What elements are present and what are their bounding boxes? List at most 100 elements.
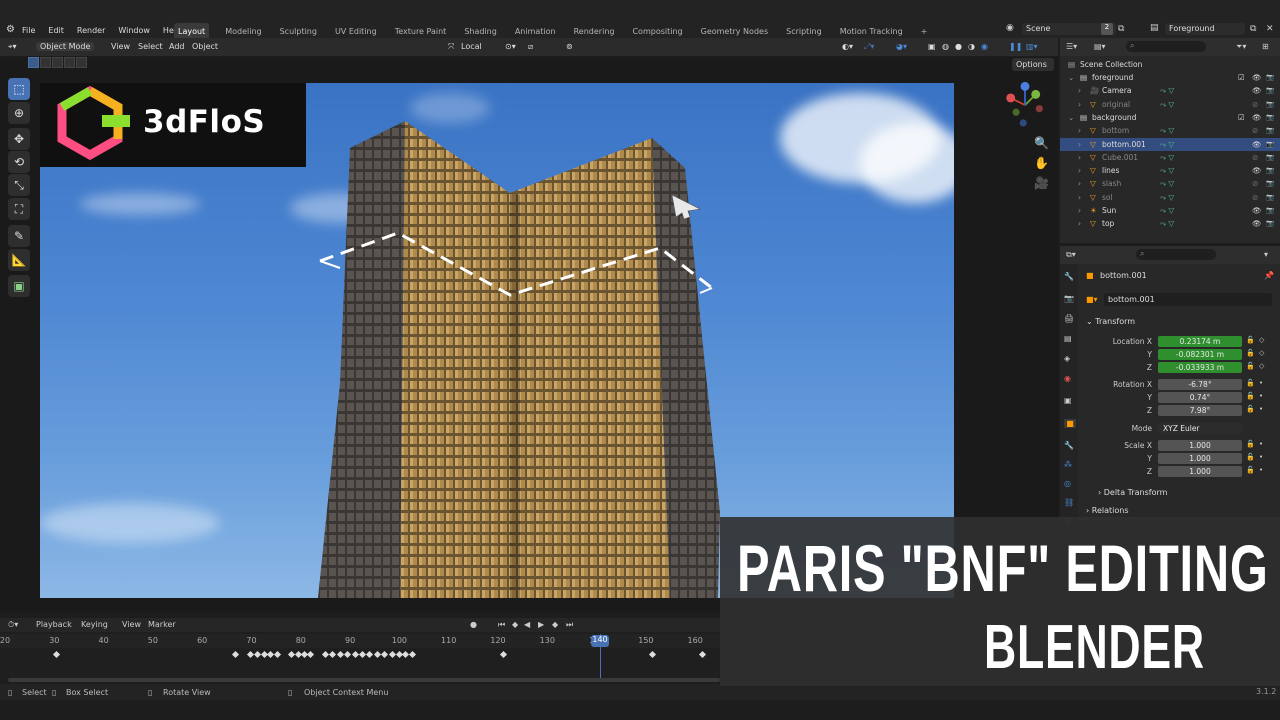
rotation-x-field[interactable]: -6.78°	[1158, 379, 1242, 390]
keyframe-toggle-icon[interactable]: ◇	[1259, 362, 1264, 370]
play-icon[interactable]: ▶	[538, 620, 544, 629]
scale-tool-icon[interactable]: ⤡	[8, 174, 30, 196]
lock-icon[interactable]: 🔓	[1246, 453, 1255, 461]
constraints-tab-icon[interactable]: ⛓	[1064, 498, 1074, 507]
keyframe-toggle-icon[interactable]: •	[1259, 466, 1263, 474]
lock-icon[interactable]: 🔓	[1246, 405, 1255, 413]
record-icon[interactable]: ●	[470, 620, 477, 629]
tab-motion-tracking[interactable]: Motion Tracking	[838, 23, 905, 39]
expand-toggle-icon[interactable]: ›	[1078, 86, 1081, 95]
pause-icon[interactable]: ❚❚	[1009, 42, 1022, 51]
delta-transform-panel[interactable]: › Delta Transform	[1098, 488, 1167, 497]
filter-icon[interactable]: ⏷▾	[1236, 42, 1246, 52]
rotation-z-field[interactable]: 7.98°	[1158, 405, 1242, 416]
select-new-icon[interactable]	[28, 57, 39, 68]
select-intersect-icon[interactable]	[64, 57, 75, 68]
keyframe-toggle-icon[interactable]: •	[1259, 453, 1263, 461]
object-type-icon[interactable]: ■▾	[1086, 295, 1098, 304]
jump-end-icon[interactable]: ⏭	[566, 620, 573, 630]
keyframe-toggle-icon[interactable]: •	[1259, 379, 1263, 387]
eye-icon[interactable]: 👁	[1252, 166, 1262, 175]
outliner-panel[interactable]: ☰▾ ▤▾ ⌕ ⏷▾ ⊞ ▤ Scene Collection ⌄ ▤ foregr…	[1060, 38, 1280, 243]
render-camera-icon[interactable]: 📷	[1266, 113, 1274, 121]
render-camera-icon[interactable]: 📷	[1266, 153, 1274, 161]
tab-layout[interactable]: Layout	[174, 23, 210, 39]
blender-logo-icon[interactable]: ⚙	[6, 24, 15, 35]
tab-add[interactable]: +	[919, 23, 930, 39]
lock-icon[interactable]: 🔓	[1246, 362, 1255, 370]
select-extend-icon[interactable]	[40, 57, 51, 68]
shading-solid-icon[interactable]: ●	[955, 42, 962, 51]
outliner-row[interactable]: › ☀ Sun ⤳ ▽ 👁 📷	[1060, 204, 1280, 217]
outliner-search-icon[interactable]: ⌕	[1126, 41, 1206, 52]
hidden-eye-icon[interactable]: ⊘	[1252, 126, 1258, 135]
prev-keyframe-icon[interactable]: ◆	[512, 620, 518, 629]
outliner-row[interactable]: › 🎥 Camera ⤳ ▽ 👁 📷	[1060, 84, 1280, 97]
relations-panel[interactable]: › Relations	[1086, 506, 1129, 515]
hidden-eye-icon[interactable]: ⊘	[1252, 193, 1258, 202]
keyframe-toggle-icon[interactable]: •	[1259, 440, 1263, 448]
render-camera-icon[interactable]: 📷	[1266, 179, 1274, 187]
gizmo-toggle-icon[interactable]: ⤢▾	[864, 42, 874, 52]
timeline-editor-icon[interactable]: ⏱▾	[8, 620, 18, 630]
outliner-row[interactable]: › ▽ bottom.001 ⤳ ▽ 👁 📷	[1060, 137, 1280, 151]
menu-file[interactable]: File	[22, 26, 35, 35]
new-collection-icon[interactable]: ⊞	[1262, 42, 1269, 51]
outliner-row[interactable]: › ▽ top ⤳ ▽ 👁 📷	[1060, 217, 1280, 230]
zoom-icon[interactable]: 🔍	[1034, 136, 1049, 150]
shading-material-icon[interactable]: ◑	[968, 42, 975, 51]
next-keyframe-icon[interactable]: ◆	[552, 620, 558, 629]
keying-menu[interactable]: Keying	[81, 620, 108, 629]
select-box-tool-icon[interactable]: ⬚	[8, 78, 30, 100]
scale-y-field[interactable]: 1.000	[1158, 453, 1242, 464]
render-tab-icon[interactable]: 📷	[1064, 294, 1074, 303]
render-camera-icon[interactable]: 📷	[1266, 73, 1274, 81]
outliner-root-row[interactable]: ▤ Scene Collection	[1060, 58, 1280, 71]
scale-z-field[interactable]: 1.000	[1158, 466, 1242, 477]
lock-icon[interactable]: 🔓	[1246, 349, 1255, 357]
display-mode-icon[interactable]: ▤▾	[1094, 42, 1106, 51]
exclude-checkbox-icon[interactable]: ☑	[1238, 113, 1245, 122]
transform-orientation[interactable]: Local	[461, 42, 482, 51]
add-menu[interactable]: Add	[169, 42, 185, 51]
select-subtract-icon[interactable]	[52, 57, 63, 68]
outliner-row[interactable]: › ▽ slash ⤳ ▽ ⊘ 📷	[1060, 177, 1280, 190]
outliner-row[interactable]: › ▽ original ⤳ ▽ ⊘ 📷	[1060, 98, 1280, 111]
render-camera-icon[interactable]: 📷	[1266, 219, 1274, 227]
view-menu[interactable]: View	[111, 42, 130, 51]
expand-toggle-icon[interactable]: ⌄	[1068, 73, 1074, 82]
menu-edit[interactable]: Edit	[48, 26, 64, 35]
eye-icon[interactable]: 👁	[1252, 206, 1262, 215]
output-tab-icon[interactable]: 🖨	[1064, 314, 1074, 323]
render-camera-icon[interactable]: 📷	[1266, 193, 1274, 201]
timeline-scrollbar[interactable]	[8, 678, 720, 682]
location-x-field[interactable]: 0.23174 m	[1158, 336, 1242, 347]
shading-rendered-icon[interactable]: ◉	[981, 42, 988, 51]
rotate-tool-icon[interactable]: ⟲	[8, 151, 30, 173]
orientation-icon[interactable]: ⤧	[448, 42, 454, 52]
tab-geometry-nodes[interactable]: Geometry Nodes	[699, 23, 770, 39]
lock-icon[interactable]: 🔓	[1246, 466, 1255, 474]
expand-toggle-icon[interactable]: ›	[1078, 206, 1081, 215]
add-cube-tool-icon[interactable]: ▣	[8, 275, 30, 297]
lock-icon[interactable]: 🔓	[1246, 336, 1255, 344]
visibility-icon[interactable]: ◐▾	[842, 42, 853, 51]
outliner-row[interactable]: ⌄ ▤ background ☑ 👁 📷	[1060, 111, 1280, 124]
tab-uv-editing[interactable]: UV Editing	[333, 23, 379, 39]
eye-icon[interactable]: 👁	[1252, 219, 1262, 228]
new-view-layer-icon[interactable]: ⧉	[1250, 24, 1256, 34]
xray-icon[interactable]: ▣	[928, 42, 936, 51]
outliner-row[interactable]: › ▽ sol ⤳ ▽ ⊘ 📷	[1060, 191, 1280, 204]
render-camera-icon[interactable]: 📷	[1266, 206, 1274, 214]
tab-texture-paint[interactable]: Texture Paint	[393, 23, 449, 39]
menu-window[interactable]: Window	[118, 26, 150, 35]
render-camera-icon[interactable]: 📷	[1266, 86, 1274, 94]
mode-selector[interactable]: Object Mode	[36, 42, 95, 51]
tab-animation[interactable]: Animation	[513, 23, 558, 39]
expand-toggle-icon[interactable]: ›	[1078, 193, 1081, 202]
outliner-row[interactable]: › ▽ lines ⤳ ▽ 👁 📷	[1060, 164, 1280, 177]
overlay-toggle-icon[interactable]: ◕▾	[896, 42, 907, 51]
scale-x-field[interactable]: 1.000	[1158, 440, 1242, 451]
camera-view-icon[interactable]: 🎥	[1034, 176, 1049, 190]
lock-icon[interactable]: 🔓	[1246, 379, 1255, 387]
